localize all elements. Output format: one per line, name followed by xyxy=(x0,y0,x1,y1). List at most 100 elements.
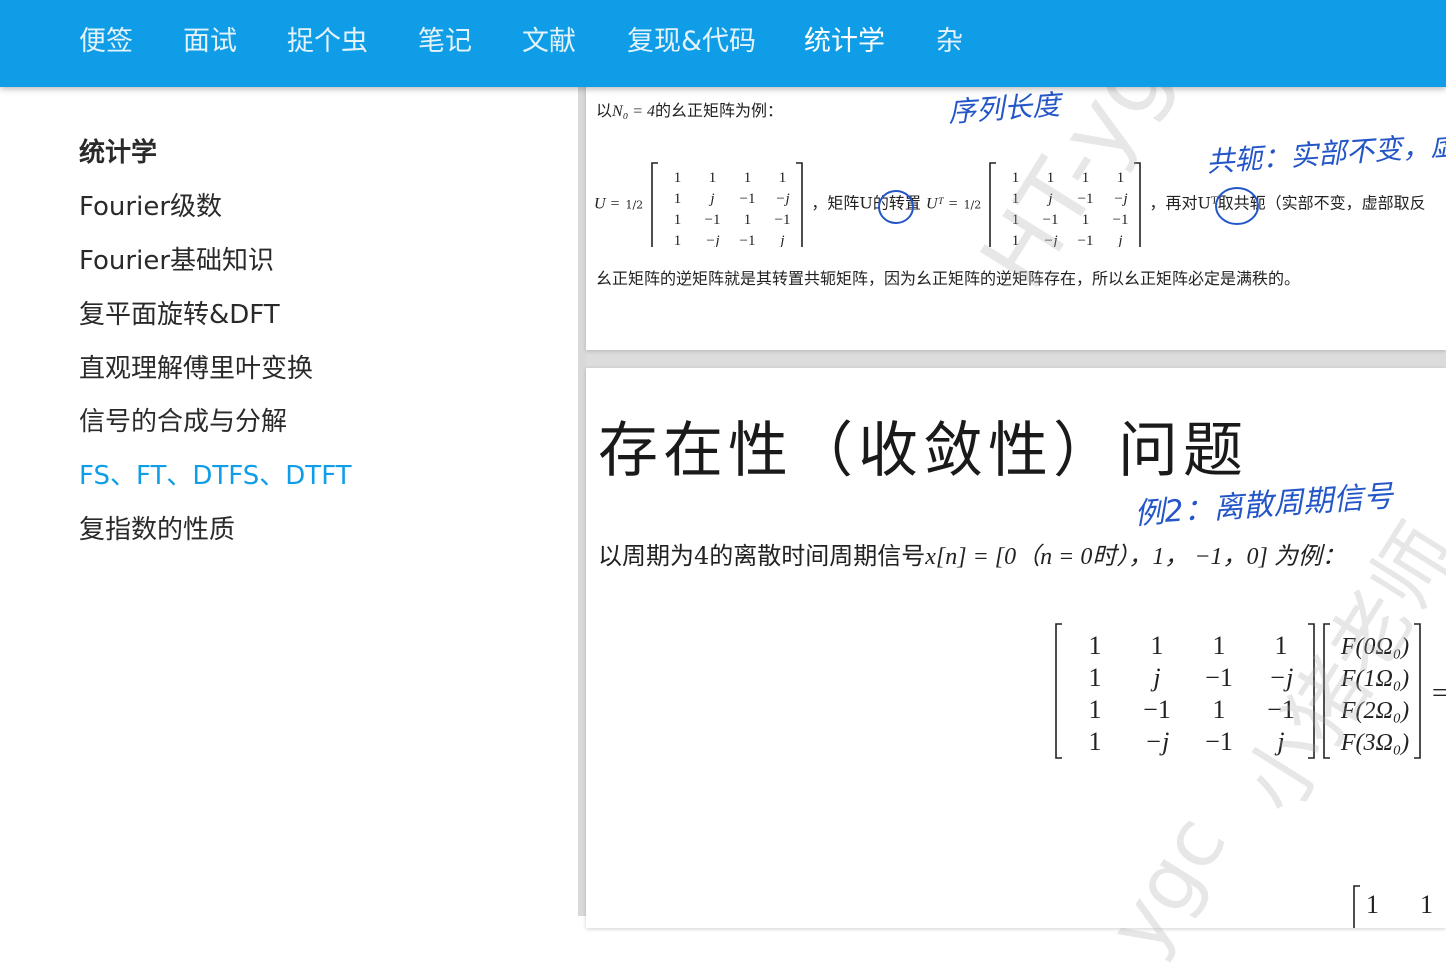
nav-item-papers[interactable]: 文献 xyxy=(522,22,576,62)
spectrum-vector-cell: F(0Ω₀) xyxy=(1340,634,1409,660)
matrix-u-cell: 1 xyxy=(674,233,682,247)
spectrum-vector-bracket-right xyxy=(1414,623,1421,759)
dft-matrix-cell: −1 xyxy=(1205,727,1233,756)
half-fraction-2: 1/2 xyxy=(963,198,982,212)
nav-item-notes[interactable]: 便签 xyxy=(79,22,133,62)
dft-matrix-cell: −1 xyxy=(1205,663,1233,692)
sidebar-item-signal-synthesis[interactable]: 信号的合成与分解 xyxy=(79,403,287,441)
sidebar-item-complex-rotation[interactable]: 复平面旋转&DFT xyxy=(79,296,280,334)
bottom-cell: 1 xyxy=(1366,890,1379,919)
dft-matrix-cell: −j xyxy=(1145,727,1170,756)
note-card-unitary: 以N₀ = 4的幺正矩阵为例： U = 1/2 1 1 1 1 1 j −1 −j 1 −1 1 −1… xyxy=(586,87,1446,350)
matrix-ut-cell: 1 xyxy=(1082,170,1090,186)
handwriting-circle-transpose xyxy=(878,190,914,224)
sidebar-divider[interactable] xyxy=(578,87,586,916)
bottom-cell: 1 xyxy=(1420,890,1433,919)
note-card-existence: 存在性（收敛性）问题 例2：离散周期信号 以周期为4的离散时间周期信号x[n] … xyxy=(586,368,1446,928)
handwriting-circle-conjugate xyxy=(1215,187,1259,225)
matrix-ut-cell: 1 xyxy=(1082,212,1090,228)
matrix-u-cell: −1 xyxy=(775,212,791,228)
dft-matrix-cell: 1 xyxy=(1151,631,1164,660)
sidebar-item-complex-exponential[interactable]: 复指数的性质 xyxy=(79,511,235,549)
sidebar-item-fourier-series[interactable]: Fourier级数 xyxy=(79,188,222,226)
spectrum-vector-cell: F(2Ω₀) xyxy=(1340,698,1409,724)
dft-matrix-cell: 1 xyxy=(1089,663,1102,692)
nav-item-bugs[interactable]: 捉个虫 xyxy=(287,22,368,62)
dft-matrix-cell: 1 xyxy=(1089,727,1102,756)
matrix-ut-cell: 1 xyxy=(1117,170,1125,186)
nav-item-code[interactable]: 复现&代码 xyxy=(627,22,756,62)
dft-matrix-cell: 1 xyxy=(1213,631,1226,660)
matrix-ut-cell: −j xyxy=(1114,191,1128,207)
unitary-note: 幺正矩阵的逆矩阵就是其转置共轭矩阵，因为幺正矩阵的逆矩阵存在，所以幺正矩阵必定是… xyxy=(596,269,1301,288)
matrix-ut-bracket-left xyxy=(989,162,997,254)
bottom-bracket-left xyxy=(1353,885,1360,928)
example-line: 以周期为4的离散时间周期信号x[n] = [0（n = 0时），1， −1，0]… xyxy=(598,536,1346,571)
matrix-ut-cell: 1 xyxy=(1012,212,1020,228)
dft-matrix-equation: 1 1 1 1 1 j −1 −j 1 −1 1 −1 1 −j −1 j F(0Ω₀) F(1Ω₀) F(2Ω₀)… xyxy=(1055,623,1446,759)
unitary-intro-math: N₀ = 4 xyxy=(612,103,656,120)
matrix-ut-cell: 1 xyxy=(1047,170,1055,186)
spectrum-vector-cell: F(1Ω₀) xyxy=(1340,666,1409,692)
matrix-u-cell: −1 xyxy=(740,191,756,207)
matrix-ut-cell: −j xyxy=(1044,233,1058,247)
top-nav-bar: 便签 面试 捉个虫 笔记 文献 复现&代码 统计学 杂 xyxy=(0,0,1446,87)
sidebar-item-fs-ft-dtfs-dtft[interactable]: FS、FT、DTFS、DTFT xyxy=(79,457,352,495)
matrix-u-cell: 1 xyxy=(709,170,717,186)
example-line-math: x[n] = [0（n = 0时），1， −1，0] 为例： xyxy=(925,544,1346,570)
dft-matrix-cell: −1 xyxy=(1143,695,1171,724)
partial-matrix-bottom: 11 xyxy=(1353,885,1433,928)
sidebar-heading: 统计学 xyxy=(79,138,158,168)
dft-matrix-bracket-right xyxy=(1308,623,1315,759)
matrix-u-cell: 1 xyxy=(744,170,752,186)
unitary-intro: 以N₀ = 4的幺正矩阵为例： xyxy=(596,97,783,121)
matrix-u-bracket-left xyxy=(651,162,659,254)
spectrum-vector-cell: F(3Ω₀) xyxy=(1340,730,1409,756)
matrix-u-cell: −j xyxy=(706,233,720,247)
nav-item-statistics[interactable]: 统计学 xyxy=(804,22,885,62)
matrix-ut-cell: −1 xyxy=(1078,233,1094,247)
matrix-ut-cell: 1 xyxy=(1012,170,1020,186)
matrix-u-cell: 1 xyxy=(674,170,682,186)
dft-matrix-cell: 1 xyxy=(1275,631,1288,660)
dft-matrix-cell: 1 xyxy=(1089,695,1102,724)
matrix-u-cell: j xyxy=(779,233,785,247)
unitary-intro-prefix: 以 xyxy=(596,101,613,120)
matrix-ut: 1 1 1 1 1 j −1 −j 1 −1 1 −1 1 −j −1 j xyxy=(989,162,1142,254)
matrix-ut-cell: −1 xyxy=(1113,212,1129,228)
nav-item-interview[interactable]: 面试 xyxy=(183,22,237,62)
dft-matrix-cell: −1 xyxy=(1267,695,1295,724)
dft-matrix-cell: 1 xyxy=(1213,695,1226,724)
matrix-ut-bracket-right xyxy=(1134,162,1142,254)
matrix-u-cell: 1 xyxy=(674,191,682,207)
handwriting-sequence-length: 序列长度 xyxy=(947,88,1062,129)
matrix-u-cell: 1 xyxy=(779,170,787,186)
example-line-prefix: 以周期为4的离散时间周期信号 xyxy=(598,542,926,570)
matrix-ut-cell: j xyxy=(1047,191,1053,207)
matrix-ut-cell: 1 xyxy=(1012,233,1020,247)
sidebar-item-intuitive-ft[interactable]: 直观理解傅里叶变换 xyxy=(79,350,313,388)
matrix-u-cell: j xyxy=(709,191,715,207)
matrix-ut-cell: j xyxy=(1117,233,1123,247)
nav-item-misc[interactable]: 杂 xyxy=(936,22,963,62)
section-title: 存在性（收敛性）问题 xyxy=(598,416,1248,486)
matrix-ut-cell: −1 xyxy=(1043,212,1059,228)
equals-sign: = xyxy=(1432,678,1446,709)
dft-matrix-cell: −j xyxy=(1269,663,1294,692)
matrix-u-cell: −1 xyxy=(705,212,721,228)
matrix-u-cell: −j xyxy=(776,191,790,207)
half-fraction: 1/2 xyxy=(625,198,644,212)
sidebar-item-fourier-basics[interactable]: Fourier基础知识 xyxy=(79,242,274,280)
nav-item-study-notes[interactable]: 笔记 xyxy=(418,22,472,62)
matrix-u-bracket-right xyxy=(796,162,804,254)
unitary-intro-suffix: 的幺正矩阵为例： xyxy=(655,101,784,120)
conjugate-text: ，再对Uᵀ取共轭（实部不变，虚部取反 xyxy=(1149,193,1426,213)
dft-matrix-cell: j xyxy=(1274,727,1284,756)
matrix-u-cell: 1 xyxy=(744,212,752,228)
dft-matrix-cell: 1 xyxy=(1089,631,1102,660)
dft-matrix-cell: j xyxy=(1150,663,1160,692)
dft-matrix-bracket-left xyxy=(1055,623,1062,759)
matrix-ut-cell: −1 xyxy=(1078,191,1094,207)
matrix-u-cell: 1 xyxy=(674,212,682,228)
matrix-ut-cell: 1 xyxy=(1012,191,1020,207)
